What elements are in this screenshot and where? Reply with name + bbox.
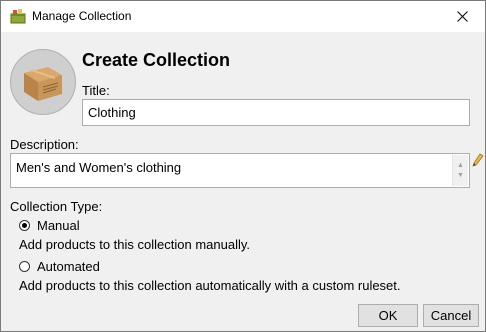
- cancel-button[interactable]: Cancel: [423, 304, 479, 327]
- manage-collection-dialog: Manage Collection Create Collection Titl…: [0, 0, 486, 332]
- automated-option-description: Add products to this collection automati…: [19, 278, 401, 293]
- automated-option-label[interactable]: Automated: [37, 259, 100, 274]
- manual-option-description: Add products to this collection manually…: [19, 237, 250, 252]
- close-icon[interactable]: [439, 1, 485, 32]
- ok-button[interactable]: OK: [358, 304, 418, 327]
- title-bar: Manage Collection: [1, 1, 485, 32]
- automated-radio[interactable]: [19, 261, 30, 272]
- description-field[interactable]: Men's and Women's clothing ▲ ▼: [10, 153, 470, 188]
- radio-selected-dot: [22, 223, 27, 228]
- pencil-icon[interactable]: [472, 153, 484, 167]
- collection-type-label: Collection Type:: [10, 199, 103, 214]
- page-title: Create Collection: [82, 50, 231, 70]
- window-title: Manage Collection: [32, 9, 132, 23]
- title-field[interactable]: Clothing: [82, 99, 470, 126]
- title-label: Title:: [82, 83, 110, 98]
- manual-option-label[interactable]: Manual: [37, 218, 80, 233]
- manual-radio[interactable]: [19, 220, 30, 231]
- cardboard-box-image: [10, 49, 76, 115]
- description-scrollbar[interactable]: ▲ ▼: [452, 155, 468, 186]
- collection-app-icon: [10, 9, 26, 24]
- description-text: Men's and Women's clothing: [16, 160, 182, 175]
- scroll-down-icon[interactable]: ▼: [457, 167, 464, 184]
- description-label: Description:: [10, 137, 79, 152]
